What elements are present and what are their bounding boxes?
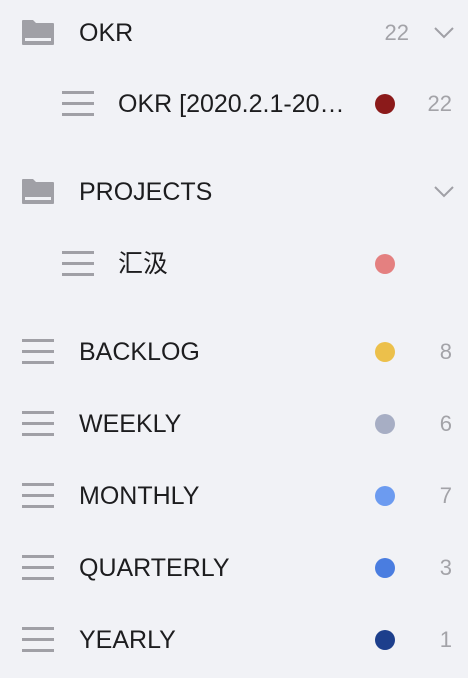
list-item-quarterly[interactable]: QUARTERLY 3: [0, 532, 468, 604]
list-icon: [22, 627, 54, 653]
list-icon: [22, 483, 54, 509]
folder-projects[interactable]: PROJECTS: [0, 159, 468, 231]
list-icon: [22, 339, 54, 365]
color-dot: [375, 414, 395, 434]
list-count: 3: [439, 555, 452, 580]
list-item-weekly[interactable]: WEEKLY 6: [0, 388, 468, 460]
color-dot: [375, 558, 395, 578]
list-count: 1: [439, 627, 452, 652]
color-dot: [375, 486, 395, 506]
list-label: YEARLY: [79, 626, 176, 654]
list-label: MONTHLY: [79, 482, 200, 510]
color-dot: [375, 254, 395, 274]
list-item[interactable]: 汇汲: [0, 228, 468, 300]
list-label: BACKLOG: [79, 338, 200, 366]
list-icon: [62, 91, 94, 117]
list-label: WEEKLY: [79, 410, 182, 438]
list-icon: [62, 251, 94, 277]
folder-count: 22: [384, 20, 409, 45]
list-label: 汇汲: [118, 250, 169, 278]
list-icon: [22, 555, 54, 581]
list-label: OKR [2020.2.1-20…: [118, 90, 345, 118]
color-dot: [375, 94, 395, 114]
list-label: QUARTERLY: [79, 554, 230, 582]
folder-label: OKR: [79, 19, 134, 47]
folder-icon: [21, 19, 55, 46]
list-count: 6: [439, 411, 452, 436]
list-icon: [22, 411, 54, 437]
chevron-down-icon[interactable]: [433, 26, 455, 44]
list-count: 22: [427, 91, 452, 116]
folder-label: PROJECTS: [79, 178, 213, 206]
chevron-down-icon[interactable]: [433, 185, 455, 203]
color-dot: [375, 342, 395, 362]
list-sidebar: OKR 22 OKR [2020.2.1-20… 22 PROJECTS 汇汲 …: [0, 0, 468, 678]
color-dot: [375, 630, 395, 650]
list-item-backlog[interactable]: BACKLOG 8: [0, 316, 468, 388]
list-item[interactable]: OKR [2020.2.1-20… 22: [0, 68, 468, 140]
list-item-yearly[interactable]: YEARLY 1: [0, 604, 468, 676]
list-item-monthly[interactable]: MONTHLY 7: [0, 460, 468, 532]
list-count: 7: [439, 483, 452, 508]
folder-okr[interactable]: OKR 22: [0, 0, 468, 72]
list-count: 8: [439, 339, 452, 364]
folder-icon: [21, 178, 55, 205]
